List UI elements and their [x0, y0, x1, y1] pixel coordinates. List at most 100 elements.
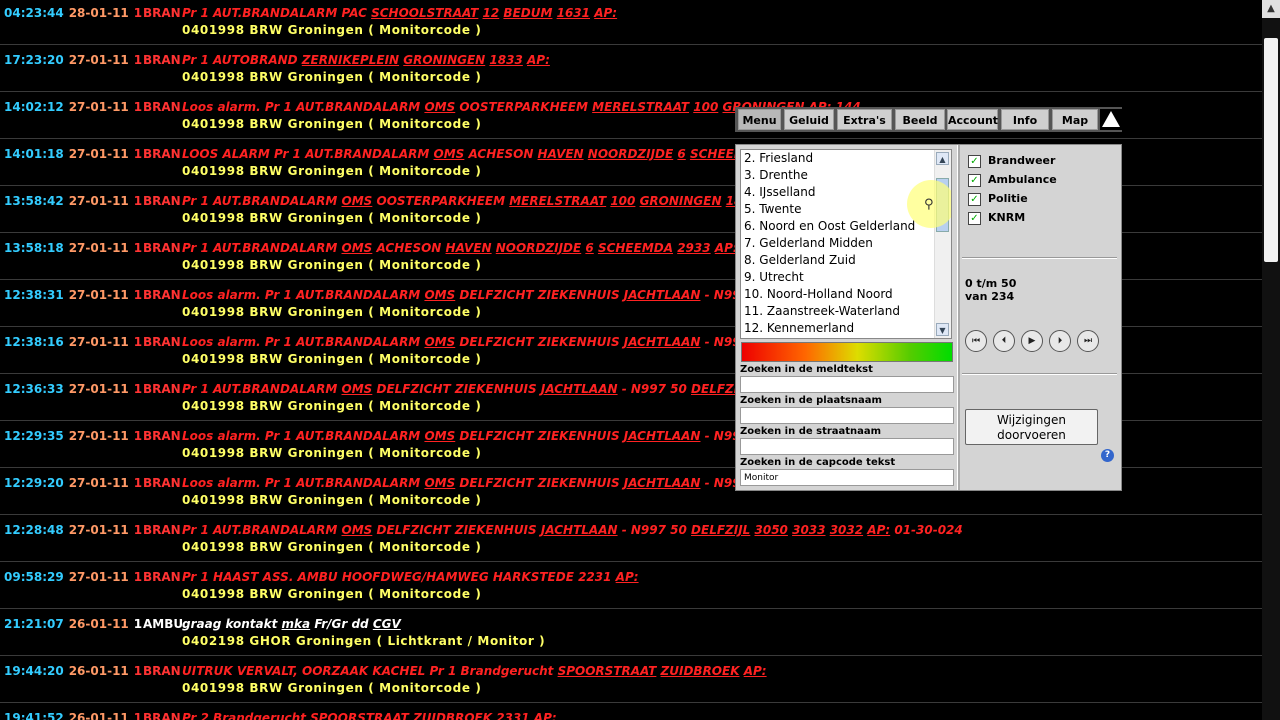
page-scrollbar[interactable]: ▲: [1262, 0, 1280, 720]
filter-label: KNRM: [988, 211, 1026, 224]
message-priority: 1: [133, 429, 143, 443]
first-page-icon[interactable]: ⏮: [965, 330, 987, 352]
message-text: Pr 1 AUT.BRANDALARM OMS DELFZICHT ZIEKEN…: [182, 382, 788, 396]
region-list[interactable]: 2. Friesland 3. Drenthe 4. IJsselland 5. Tw…: [740, 149, 952, 339]
region-item[interactable]: 7. Gelderland Midden: [741, 235, 951, 252]
region-item[interactable]: 11. Zaanstreek-Waterland: [741, 303, 951, 320]
region-item[interactable]: 2. Friesland: [741, 150, 951, 167]
message-header: 19:41:52 26-01-11 1 BRAN Pr 2 Brandgerucht S…: [4, 711, 557, 720]
menu-item-beeld[interactable]: Beeld: [895, 109, 945, 130]
message-priority: 1: [133, 617, 143, 631]
menu-item-info[interactable]: Info: [1001, 109, 1049, 130]
message-text: LOOS ALARM Pr 1 AUT.BRANDALARM OMS ACHES…: [182, 147, 792, 161]
search-straatnaam-label: Zoeken in de straatnaam: [740, 426, 882, 437]
previous-page-icon[interactable]: ⏴: [993, 330, 1015, 352]
message-time: 09:58:29: [4, 570, 64, 584]
priority-gradient-bar[interactable]: [741, 342, 953, 362]
message-capcode: 0401998 BRW Groningen ( Monitorcode ): [182, 352, 482, 366]
message-type: BRAN: [143, 335, 181, 349]
message-date: 27-01-11: [68, 241, 129, 255]
message-header: 12:38:31 27-01-11 1 BRAN Loos alarm. Pr 1 AU…: [4, 288, 784, 302]
control-panel: Menu Geluid Extra's Beeld Account Info M…: [735, 107, 1122, 491]
message-type: BRAN: [143, 6, 181, 20]
message-type: BRAN: [143, 53, 181, 67]
next-page-icon[interactable]: ⏵: [1049, 330, 1071, 352]
divider: [0, 608, 1262, 609]
region-item[interactable]: 10. Noord-Holland Noord: [741, 286, 951, 303]
panel-body: 2. Friesland 3. Drenthe 4. IJsselland 5. Tw…: [735, 144, 1122, 491]
message-priority: 1: [133, 241, 143, 255]
divider: [0, 91, 1262, 92]
filter-label: Brandweer: [988, 154, 1056, 167]
message-time: 19:44:20: [4, 664, 64, 678]
message-time: 12:28:48: [4, 523, 64, 537]
scroll-up-icon[interactable]: ▲: [1262, 0, 1280, 18]
message-priority: 1: [133, 6, 143, 20]
scroll-thumb[interactable]: [1264, 38, 1278, 262]
message-type: BRAN: [143, 711, 181, 720]
message-type: BRAN: [143, 241, 181, 255]
search-meldtekst-input[interactable]: [740, 376, 954, 393]
message-row: 21:21:07 26-01-11 1 AMBU graag kontakt mka F…: [0, 611, 1262, 658]
message-type: BRAN: [143, 476, 181, 490]
menu-item-geluid[interactable]: Geluid: [784, 109, 834, 130]
region-item[interactable]: 8. Gelderland Zuid: [741, 252, 951, 269]
message-date: 27-01-11: [68, 194, 129, 208]
message-time: 13:58:42: [4, 194, 64, 208]
message-type: BRAN: [143, 194, 181, 208]
message-time: 19:41:52: [4, 711, 64, 720]
message-text: Pr 2 Brandgerucht SPOORSTRAAT ZUIDBROEK …: [182, 711, 557, 720]
message-date: 27-01-11: [68, 523, 129, 537]
message-priority: 1: [133, 711, 143, 720]
message-header: 14:01:18 27-01-11 1 BRAN LOOS ALARM Pr 1 AUT…: [4, 147, 792, 161]
result-range: 0 t/m 50 van 234: [965, 277, 1016, 303]
checkbox[interactable]: ✓: [968, 212, 981, 225]
apply-changes-button[interactable]: Wijzigingen doorvoeren: [965, 409, 1098, 445]
message-text: Loos alarm. Pr 1 AUT.BRANDALARM OMS DELF…: [182, 288, 784, 302]
message-header: 12:28:48 27-01-11 1 BRAN Pr 1 AUT.BRANDALARM…: [4, 523, 963, 537]
search-plaatsnaam-input[interactable]: [740, 407, 954, 424]
message-header: 04:23:44 28-01-11 1 BRAN Pr 1 AUT.BRANDALARM…: [4, 6, 617, 20]
message-capcode: 0401998 BRW Groningen ( Monitorcode ): [182, 23, 482, 37]
play-icon[interactable]: ▶: [1021, 330, 1043, 352]
search-capcode-input[interactable]: [740, 469, 954, 486]
message-type: BRAN: [143, 570, 181, 584]
divider: [962, 257, 1117, 259]
message-type: BRAN: [143, 523, 181, 537]
triangle-up-icon: [1102, 111, 1120, 127]
message-date: 27-01-11: [68, 429, 129, 443]
message-priority: 1: [133, 335, 143, 349]
message-row: 12:28:48 27-01-11 1 BRAN Pr 1 AUT.BRANDALARM…: [0, 517, 1262, 564]
search-straatnaam-input[interactable]: [740, 438, 954, 455]
chevron-down-icon[interactable]: ▼: [936, 323, 949, 336]
checkbox[interactable]: ✓: [968, 193, 981, 206]
message-priority: 1: [133, 53, 143, 67]
chevron-up-icon[interactable]: ▲: [936, 152, 949, 165]
message-header: 19:44:20 26-01-11 1 BRAN UITRUK VERVALT, OOR…: [4, 664, 767, 678]
region-item[interactable]: 12. Kennemerland: [741, 320, 951, 337]
checkbox[interactable]: ✓: [968, 155, 981, 168]
region-list-scrollbar[interactable]: ▲ ▼: [934, 150, 951, 338]
message-text: Loos alarm. Pr 1 AUT.BRANDALARM OMS DELF…: [182, 335, 784, 349]
last-page-icon[interactable]: ⏭: [1077, 330, 1099, 352]
message-capcode: 0401998 BRW Groningen ( Monitorcode ): [182, 493, 482, 507]
region-item[interactable]: 9. Utrecht: [741, 269, 951, 286]
message-row: 04:23:44 28-01-11 1 BRAN Pr 1 AUT.BRANDALARM…: [0, 0, 1262, 47]
message-time: 12:36:33: [4, 382, 64, 396]
collapse-panel-button[interactable]: [1100, 109, 1122, 130]
menu-item-map[interactable]: Map: [1052, 109, 1098, 130]
message-capcode: 0401998 BRW Groningen ( Monitorcode ): [182, 211, 482, 225]
message-time: 21:21:07: [4, 617, 64, 631]
menu-item-menu[interactable]: Menu: [738, 109, 781, 130]
message-date: 26-01-11: [68, 711, 129, 720]
menu-item-extras[interactable]: Extra's: [837, 109, 892, 130]
message-text: graag kontakt mka Fr/Gr dd CGV: [182, 617, 401, 631]
divider: [0, 561, 1262, 562]
menu-bar: Menu Geluid Extra's Beeld Account Info M…: [735, 107, 1122, 132]
message-capcode: 0401998 BRW Groningen ( Monitorcode ): [182, 305, 482, 319]
message-header: 12:29:35 27-01-11 1 BRAN Loos alarm. Pr 1 AU…: [4, 429, 784, 443]
checkbox[interactable]: ✓: [968, 174, 981, 187]
message-row: 19:41:52 26-01-11 1 BRAN Pr 2 Brandgerucht S…: [0, 705, 1262, 720]
menu-item-account[interactable]: Account: [947, 109, 998, 130]
help-icon[interactable]: ?: [1101, 449, 1114, 462]
